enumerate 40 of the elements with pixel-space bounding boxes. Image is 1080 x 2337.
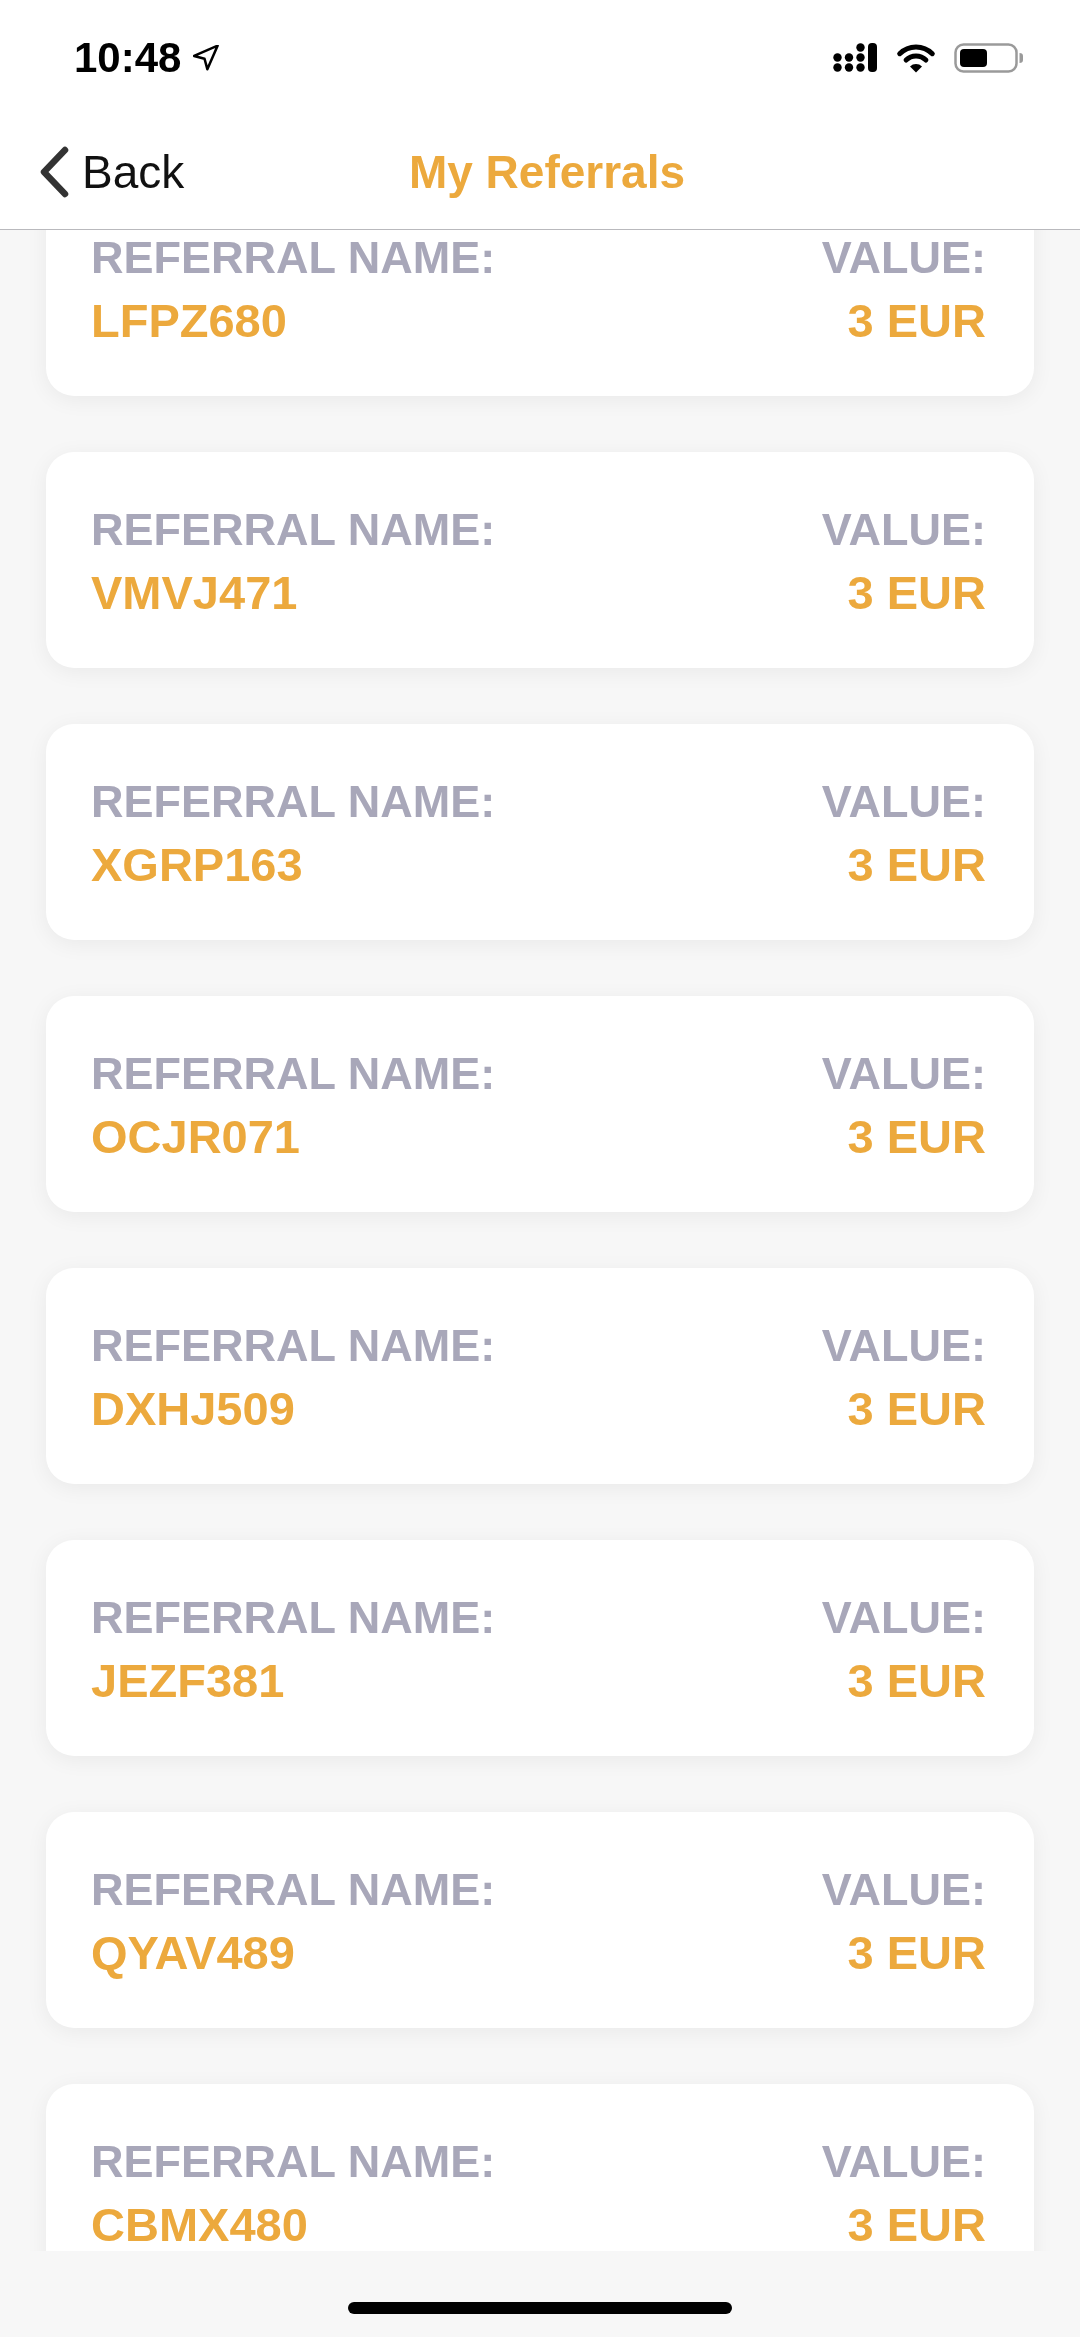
value-label: VALUE: [821, 504, 986, 556]
referral-code: LFPZ680 [91, 299, 288, 343]
referral-code: OCJR071 [91, 1115, 301, 1159]
referral-value: 3 EUR [847, 299, 986, 343]
referral-name-label: REFERRAL NAME: [91, 2136, 496, 2188]
referral-name-label: REFERRAL NAME: [91, 504, 496, 556]
referral-name-label: REFERRAL NAME: [91, 232, 496, 284]
referral-name-label: REFERRAL NAME: [91, 1320, 496, 1372]
referral-value: 3 EUR [847, 1387, 986, 1431]
referral-value: 3 EUR [847, 2203, 986, 2247]
referral-name-label: REFERRAL NAME: [91, 1864, 496, 1916]
value-label: VALUE: [821, 2136, 986, 2188]
referral-code: XGRP163 [91, 843, 304, 887]
back-button[interactable]: Back [38, 144, 185, 200]
referral-name-label: REFERRAL NAME: [91, 1592, 496, 1644]
cellular-signal-icon [833, 43, 877, 72]
referral-code: VMVJ471 [91, 571, 299, 615]
referral-value: 3 EUR [847, 1931, 986, 1975]
value-label: VALUE: [821, 1864, 986, 1916]
status-time: 10:48 [74, 32, 182, 83]
value-label: VALUE: [821, 776, 986, 828]
referral-code: JEZF381 [91, 1659, 286, 1703]
referral-value: 3 EUR [847, 571, 986, 615]
wifi-icon [895, 42, 937, 73]
value-label: VALUE: [821, 1592, 986, 1644]
value-label: VALUE: [821, 1320, 986, 1372]
referral-value: 3 EUR [847, 843, 986, 887]
referral-code: CBMX480 [91, 2203, 309, 2247]
referral-value: 3 EUR [847, 1659, 986, 1703]
chevron-left-icon [38, 146, 70, 198]
referral-name-label: REFERRAL NAME: [91, 776, 496, 828]
location-arrow-icon [193, 44, 220, 71]
referral-name-label: REFERRAL NAME: [91, 1048, 496, 1100]
value-label: VALUE: [821, 1048, 986, 1100]
home-indicator[interactable] [348, 2302, 732, 2314]
referral-value: 3 EUR [847, 1115, 986, 1159]
battery-icon [954, 42, 1023, 73]
referral-code: DXHJ509 [91, 1387, 296, 1431]
value-label: VALUE: [821, 232, 986, 284]
screen-title: My Referrals [408, 145, 686, 200]
